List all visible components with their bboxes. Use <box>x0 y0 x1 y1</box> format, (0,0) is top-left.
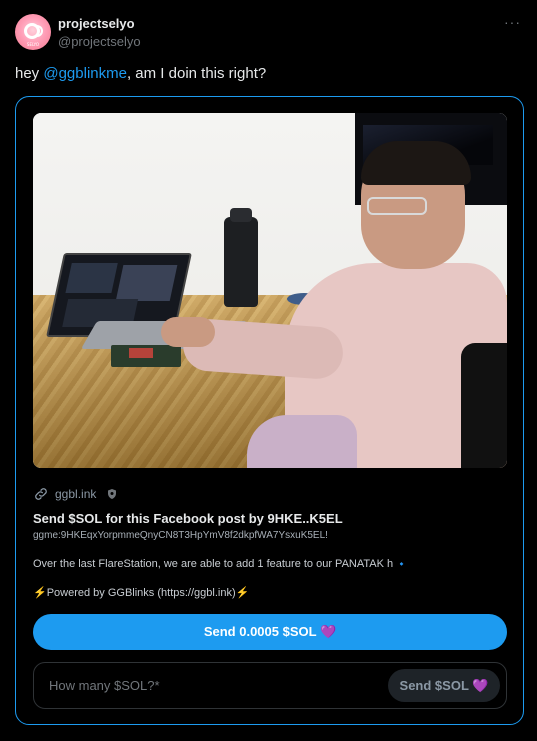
shield-icon[interactable] <box>106 488 118 500</box>
tweet-text-prefix: hey <box>15 65 44 82</box>
photo-window <box>65 263 118 293</box>
photo-window <box>115 265 178 301</box>
card-description-text: Over the last FlareStation, we are able … <box>33 558 394 570</box>
powered-by-text: ⚡Powered by GGBlinks (https://ggbl.ink)⚡ <box>33 587 250 599</box>
avatar[interactable]: SELYO <box>15 14 51 50</box>
mention-link[interactable]: @ggblinkme <box>43 65 127 82</box>
amount-input-box: Send $SOL 💜 <box>33 662 507 709</box>
photo-device <box>111 345 181 367</box>
photo-bottle <box>224 208 258 307</box>
tweet-header: SELYO projectselyo @projectselyo ··· <box>15 14 525 50</box>
link-icon <box>35 488 47 500</box>
card-subtitle: ggme:9HKEqxYorpmmeQnyCN8T3HpYmV8f2dkpfWA… <box>33 530 328 541</box>
amount-input[interactable] <box>35 664 365 707</box>
photo-person-glasses <box>367 197 427 215</box>
card-photo[interactable] <box>33 113 507 468</box>
photo-bottle-cap <box>230 208 252 222</box>
photo-device-label <box>129 348 153 358</box>
diamond-icon: 🔹 <box>396 559 408 569</box>
avatar-logo-arc <box>36 25 43 37</box>
blink-card: ggbl.ink Send $SOL for this Facebook pos… <box>15 96 524 725</box>
card-description: Over the last FlareStation, we are able … <box>33 558 407 570</box>
card-title: Send $SOL for this Facebook post by 9HKE… <box>33 511 343 526</box>
photo-person-legs <box>247 415 357 468</box>
card-domain[interactable]: ggbl.ink <box>55 487 96 501</box>
more-icon[interactable]: ··· <box>504 14 521 30</box>
photo-chair <box>461 343 507 468</box>
photo-person-hand <box>161 317 215 347</box>
photo-person-hair <box>361 141 471 185</box>
send-custom-amount-button[interactable]: Send $SOL 💜 <box>388 669 500 702</box>
tweet-text: hey @ggblinkme, am I doin this right? <box>15 65 266 82</box>
tweet-text-suffix: , am I doin this right? <box>126 65 267 82</box>
card-domain-row[interactable]: ggbl.ink <box>33 485 118 503</box>
display-name[interactable]: projectselyo <box>58 16 135 31</box>
send-sol-button[interactable]: Send 0.0005 $SOL 💜 <box>33 614 507 650</box>
avatar-logo-text: SELYO <box>26 42 40 47</box>
user-handle[interactable]: @projectselyo <box>58 34 141 49</box>
